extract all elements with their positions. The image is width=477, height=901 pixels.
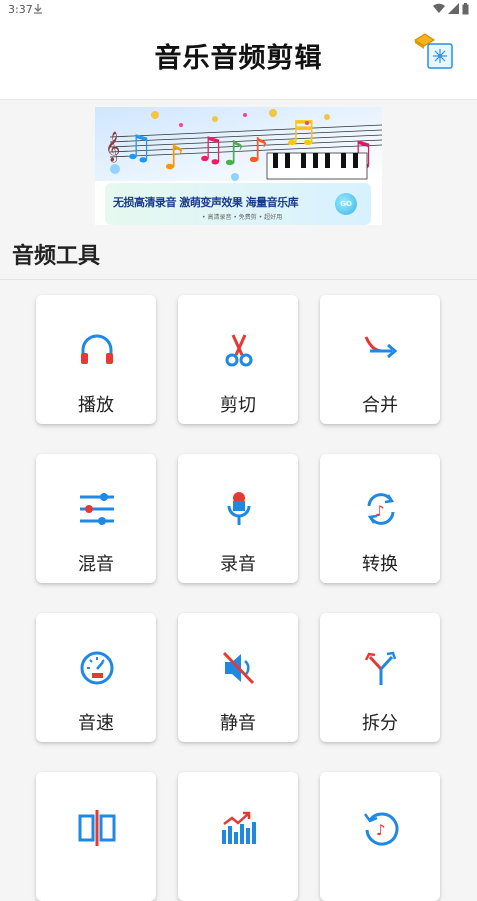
tool-label: 录音: [220, 554, 256, 575]
headphones-icon: [81, 334, 113, 364]
section-title: 音频工具: [12, 244, 101, 269]
split-columns-icon: [78, 810, 116, 846]
section-divider: [0, 279, 477, 280]
tool-card-undo[interactable]: ♪: [320, 772, 440, 901]
status-bar: 3:37: [0, 0, 477, 22]
wifi-icon: [433, 3, 445, 13]
equalizer-bars-icon: [222, 811, 256, 844]
signal-icon: [448, 3, 459, 14]
banner-headline: 无损高清录音 激萌变声效果 海量音乐库: [113, 196, 299, 209]
svg-text:♪: ♪: [375, 502, 385, 520]
svg-text:♫: ♫: [195, 130, 225, 170]
tool-label: 剪切: [220, 395, 256, 416]
svg-text:𝄞: 𝄞: [105, 131, 120, 163]
page-title: 音乐音频剪辑: [154, 43, 323, 74]
tool-label: 合并: [362, 395, 398, 416]
tool-card-split[interactable]: 拆分: [320, 613, 440, 742]
gift-box-icon[interactable]: [412, 32, 458, 74]
banner-subline: • 高清录音 • 免费剪 • 超好用: [202, 214, 283, 221]
svg-text:♪: ♪: [163, 138, 185, 178]
app-bar: 音乐音频剪辑: [0, 22, 477, 100]
music-notes-illustration: 𝄞 ♫ ♪ ♫ ♪ ♪ ♬ ♫: [95, 107, 382, 181]
merge-arrow-icon: [364, 336, 398, 359]
tool-label: 静音: [220, 713, 256, 734]
tool-label: 音速: [78, 713, 114, 734]
svg-text:♪: ♪: [376, 821, 386, 839]
ad-banner[interactable]: 𝄞 ♫ ♪ ♫ ♪ ♪ ♬ ♫: [95, 107, 382, 225]
mixer-sliders-icon: [80, 493, 114, 525]
svg-text:♬: ♬: [285, 114, 315, 154]
svg-text:♫: ♫: [123, 128, 153, 168]
mute-speaker-icon: [222, 651, 255, 685]
tool-card-play[interactable]: 播放: [36, 295, 156, 424]
tool-card-record[interactable]: 录音: [178, 454, 298, 583]
download-icon: [33, 3, 43, 17]
convert-music-icon: ♪: [367, 493, 395, 525]
status-time: 3:37: [8, 3, 33, 16]
tool-card-cut[interactable]: 剪切: [178, 295, 298, 424]
tool-card-merge[interactable]: 合并: [320, 295, 440, 424]
undo-music-icon: ♪: [363, 812, 399, 846]
banner-go-button[interactable]: GO: [335, 193, 357, 215]
tool-card-convert[interactable]: ♪ 转换: [320, 454, 440, 583]
tool-label: 转换: [362, 554, 398, 575]
svg-text:♪: ♪: [223, 134, 245, 174]
tool-card-split-columns[interactable]: [36, 772, 156, 901]
speedometer-icon: [80, 651, 114, 685]
svg-text:♪: ♪: [247, 131, 269, 171]
tool-card-equalizer[interactable]: [178, 772, 298, 901]
microphone-icon: [227, 492, 251, 525]
scissors-icon: [225, 334, 253, 367]
system-icons: [433, 3, 469, 15]
tool-card-mix[interactable]: 混音: [36, 454, 156, 583]
tool-label: 拆分: [362, 713, 398, 734]
tool-label: 播放: [78, 395, 114, 416]
battery-icon: [462, 3, 469, 15]
tool-card-speed[interactable]: 音速: [36, 613, 156, 742]
tool-card-mute[interactable]: 静音: [178, 613, 298, 742]
split-arrows-icon: [364, 651, 397, 685]
tool-label: 混音: [78, 554, 114, 575]
